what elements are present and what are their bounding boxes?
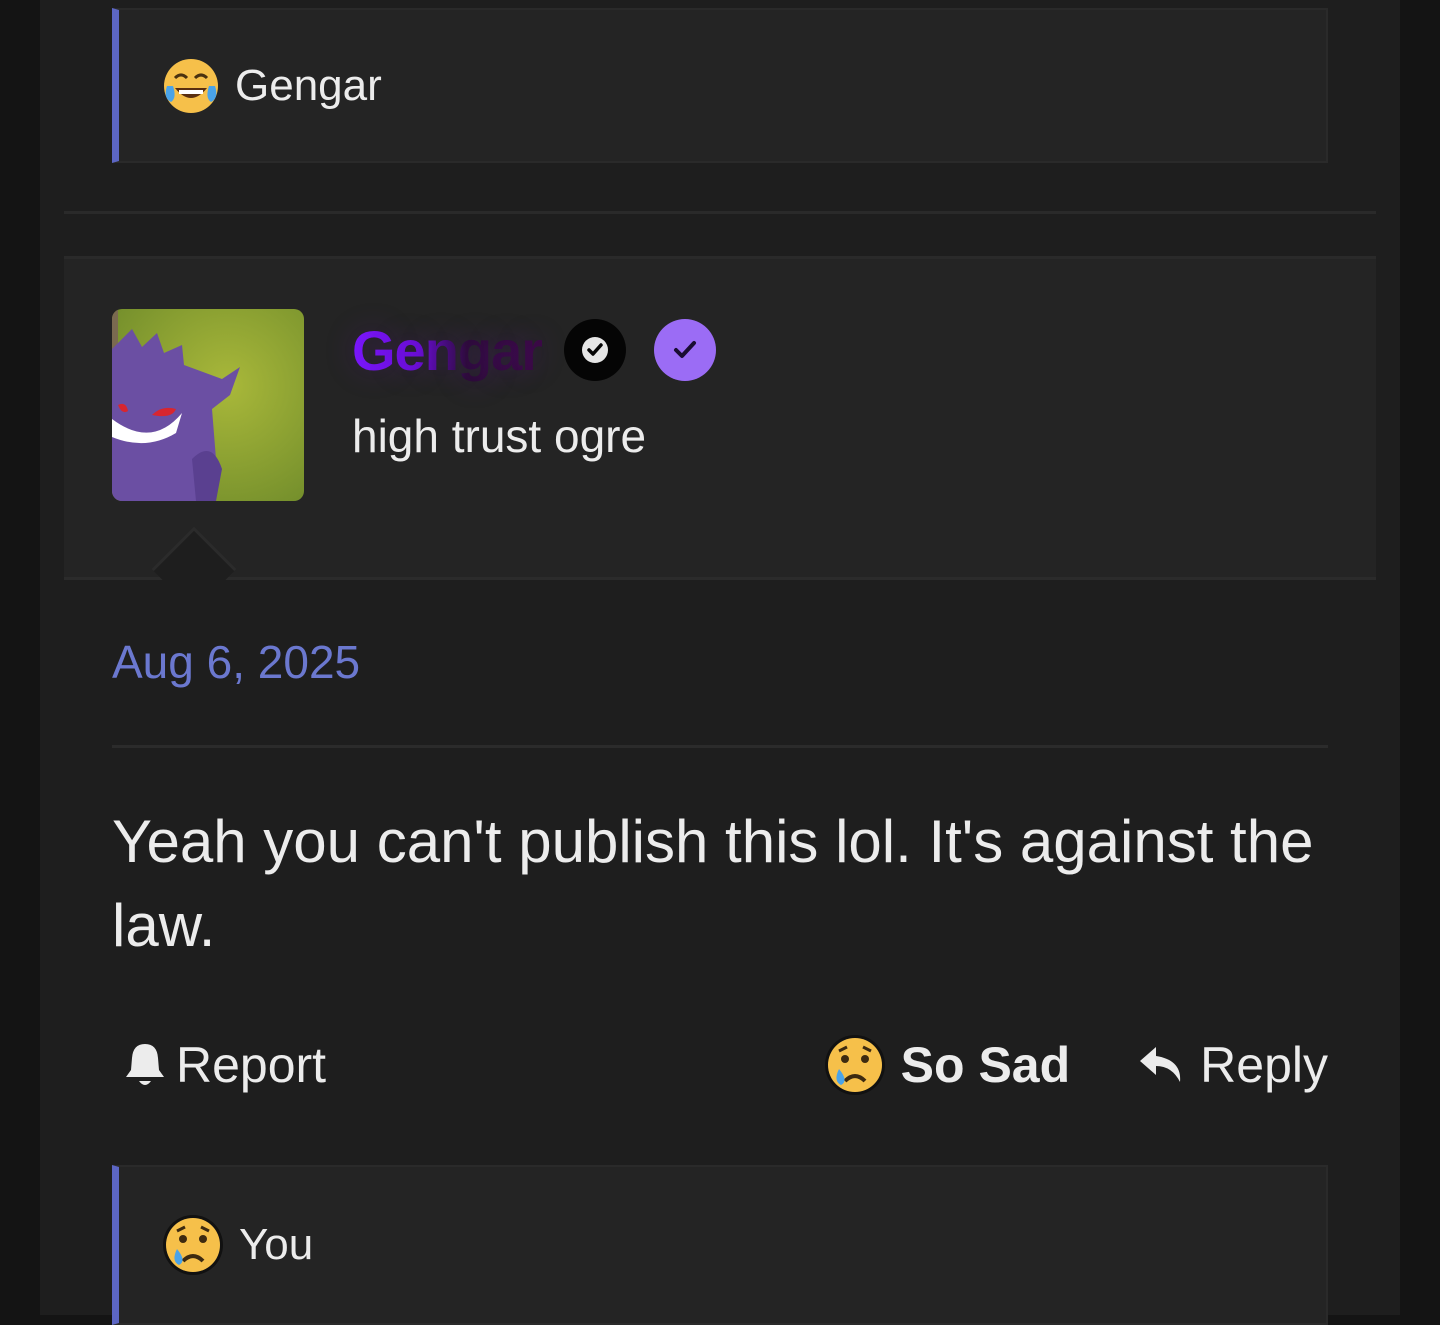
crying-face-emoji-icon [163, 1215, 223, 1275]
post-author-header: Gengar high trust ogre [64, 256, 1376, 612]
check-badge-purple-icon[interactable] [654, 319, 717, 381]
report-label: Report [176, 1037, 327, 1093]
bell-icon [126, 1044, 164, 1085]
divider [64, 211, 1376, 214]
avatar-image [112, 309, 304, 501]
divider [112, 745, 1328, 748]
reply-button[interactable]: Reply [1138, 1036, 1328, 1094]
so-sad-label: So Sad [900, 1037, 1071, 1093]
check-badge-dark-icon[interactable] [564, 319, 627, 381]
username-row: Gengar [352, 315, 717, 385]
so-sad-reaction-button[interactable]: So Sad [823, 1033, 1070, 1097]
username-link[interactable]: Gengar [352, 318, 543, 383]
laugh-cry-emoji-icon [164, 58, 218, 113]
page: Gengar Gengar high trust ogre Aug 6, 202… [40, 0, 1400, 1325]
reaction-summary-bottom[interactable]: You [112, 1165, 1328, 1325]
header-pointer [151, 526, 237, 612]
post-date-link[interactable]: Aug 6, 2025 [112, 635, 360, 689]
reaction-user-name[interactable]: You [239, 1220, 313, 1270]
crying-face-emoji-icon [824, 1035, 885, 1095]
post-actions: Report So Sad Reply [112, 1030, 1328, 1100]
reply-arrow-icon [1140, 1047, 1181, 1082]
reaction-user-name[interactable]: Gengar [235, 61, 382, 111]
user-title: high trust ogre [352, 410, 647, 462]
reaction-summary-top[interactable]: Gengar [112, 8, 1328, 163]
report-button[interactable]: Report [124, 1036, 326, 1094]
avatar[interactable] [112, 309, 304, 501]
reply-label: Reply [1200, 1037, 1328, 1093]
post-body: Yeah you can't publish this lol. It's ag… [112, 808, 1314, 959]
